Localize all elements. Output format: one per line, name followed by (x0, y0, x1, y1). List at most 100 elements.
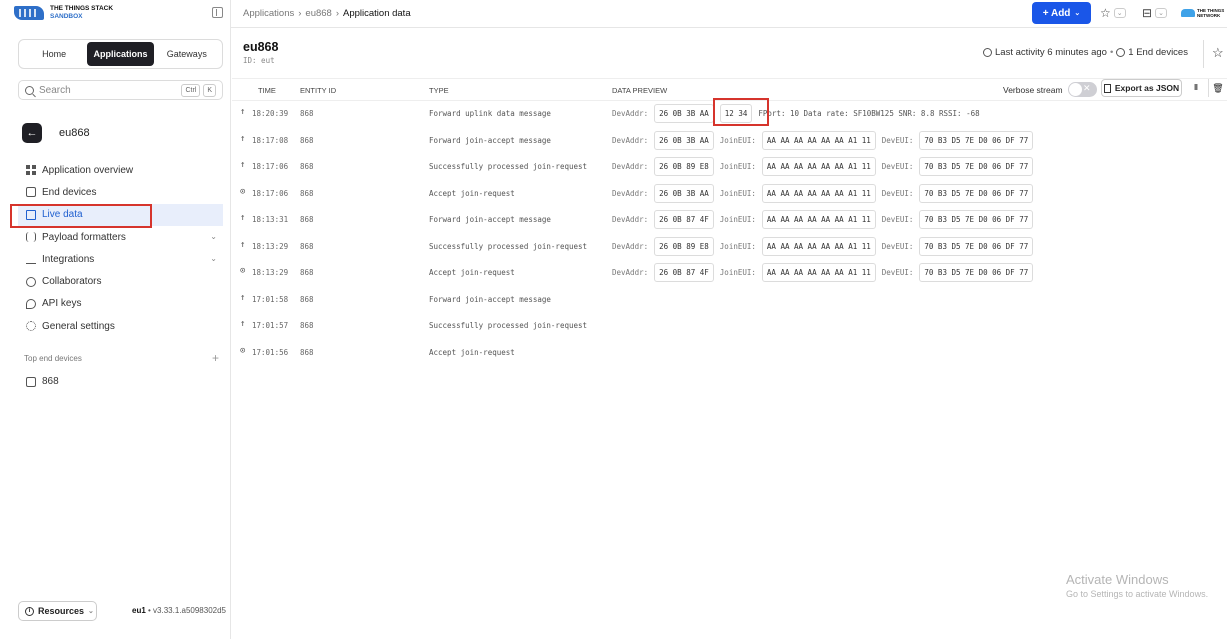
key-icon (26, 298, 36, 309)
preview-value: AA AA AA AA AA AA A1 11 (761, 210, 876, 229)
chevron-down-icon: ⌄ (210, 254, 217, 264)
preview-value: AA AA AA AA AA AA A1 11 (761, 236, 876, 256)
event-row[interactable]: ⊙ 18:13:29 868 Accept join-request DevAddr: 2… (232, 260, 1227, 287)
sidebar-item-application-overview[interactable]: Application overview (18, 159, 223, 181)
event-type: Forward uplink data message (429, 109, 551, 118)
breadcrumb-applications[interactable]: Applications (243, 8, 294, 19)
event-row[interactable]: ↑ 18:17:08 868 Forward join-accept message D… (232, 128, 1227, 155)
chevron-down-icon: ⌄ (1074, 10, 1081, 17)
bookmark-star-icon[interactable]: ☆ (1203, 40, 1227, 68)
star-icon: ☆ (1100, 6, 1111, 20)
event-row[interactable]: ⊙ 18:17:06 868 Accept join-request DevAddr: 2… (232, 181, 1227, 208)
export-label: Export as JSON (1114, 83, 1180, 93)
ttn-cloud-icon (1181, 8, 1195, 17)
event-entity-id[interactable]: 868 (300, 295, 314, 304)
add-device-plus-icon[interactable]: + (212, 351, 219, 365)
col-type: TYPE (429, 86, 449, 95)
sidebar-item-api-keys[interactable]: API keys (18, 293, 223, 315)
preview-value: 70 B3 D5 7E D0 06 DF 77 (919, 210, 1034, 229)
preview-value: AA AA AA AA AA AA A1 11 (761, 130, 876, 150)
event-row[interactable]: ↑ 18:17:06 868 Successfully processed join-… (232, 154, 1227, 181)
add-button[interactable]: + Add ⌄ (1032, 2, 1091, 24)
sidebar-item-end-devices[interactable]: End devices (18, 181, 223, 203)
sidebar-device-868[interactable]: 868 (26, 376, 59, 387)
event-entity-id[interactable]: 868 (300, 242, 314, 251)
preview-label: DevAddr: (612, 162, 649, 171)
preview-label: DevEUI: (881, 268, 914, 277)
event-data-preview: DevAddr: 26 0B 3B AA JoinEUI: AA AA AA AA A… (612, 183, 1034, 203)
event-direction-icon: ↑ (240, 160, 246, 170)
end-devices-count[interactable]: 1 End devices (1128, 47, 1188, 58)
notifications-button[interactable]: ⊟ ⌄ (1142, 4, 1167, 22)
col-time: TIME (258, 86, 276, 95)
event-row[interactable]: ↑ 18:13:31 868 Forward join-accept message D… (232, 207, 1227, 234)
app-name: eu868 (59, 127, 90, 139)
version-info: eu1 • v3.33.1.a5098302d5 (132, 606, 227, 615)
verbose-stream-control: Verbose stream ✕ (1003, 82, 1097, 97)
sidebar-collapse-icon[interactable] (212, 7, 223, 18)
back-button[interactable]: ← (22, 123, 42, 143)
export-json-button[interactable]: Export as JSON (1101, 79, 1182, 97)
search-input[interactable]: Search Ctrl K (18, 80, 223, 100)
preview-label: DevAddr: (612, 215, 649, 224)
bookmarks-button[interactable]: ☆ ⌄ (1100, 4, 1126, 22)
event-direction-icon: ⊙ (240, 186, 246, 197)
event-data-preview: DevAddr: 26 0B 3B AA JoinEUI: AA AA AA AA A… (612, 130, 1034, 150)
preview-label: JoinEUI: (719, 268, 756, 277)
event-direction-icon: ↑ (240, 319, 246, 329)
event-type: Successfully processed join-request (429, 241, 588, 251)
preview-label: DevEUI: (881, 135, 914, 145)
preview-value: 26 0B 89 E8 (654, 236, 714, 256)
users-icon (26, 276, 36, 287)
sidebar-item-integrations[interactable]: Integrations ⌄ (18, 248, 223, 270)
logo-line2: SANDBOX (50, 13, 83, 20)
chevron-down-icon: ⌄ (88, 608, 94, 615)
chevron-down-icon: ⌄ (1155, 8, 1167, 18)
tab-home[interactable]: Home (21, 42, 87, 66)
event-type: Successfully processed join-request (429, 162, 588, 171)
integrations-icon (26, 254, 36, 265)
event-entity-id[interactable]: 868 (300, 348, 314, 357)
event-row[interactable]: ↑ 18:13:29 868 Successfully processed join-… (232, 234, 1227, 261)
event-entity-id[interactable]: 868 (300, 109, 314, 118)
sidebar-item-collaborators[interactable]: Collaborators (18, 270, 223, 292)
event-entity-id[interactable]: 868 (300, 268, 314, 277)
event-entity-id[interactable]: 868 (300, 321, 314, 330)
preview-label: JoinEUI: (719, 241, 756, 251)
preview-label: JoinEUI: (719, 188, 756, 198)
watermark-title: Activate Windows (1066, 572, 1169, 587)
event-time: 17:01:58 (252, 294, 289, 304)
preview-value: AA AA AA AA AA AA A1 11 (761, 157, 876, 176)
watermark-sub: Go to Settings to activate Windows. (1066, 589, 1209, 599)
event-row[interactable]: ↑ 17:01:57 868 Successfully processed join-… (232, 313, 1227, 340)
event-row[interactable]: ⊙ 17:01:56 868 Accept join-request (232, 340, 1227, 367)
search-placeholder: Search (39, 84, 71, 96)
preview-value: 70 B3 D5 7E D0 06 DF 77 (919, 236, 1034, 256)
event-data-preview: DevAddr: 26 0B 87 4F JoinEUI: AA AA AA AA A… (612, 210, 1034, 229)
pause-icon[interactable]: ‖ (1186, 79, 1206, 97)
breadcrumb: Applications › eu868 › Application data (243, 8, 411, 19)
verbose-toggle[interactable]: ✕ (1067, 82, 1097, 97)
preview-label: DevAddr: (612, 135, 649, 145)
breadcrumb-eu868[interactable]: eu868 (305, 8, 331, 19)
tab-gateways[interactable]: Gateways (154, 42, 220, 66)
event-entity-id[interactable]: 868 (300, 136, 314, 145)
sidebar-item-general-settings[interactable]: General settings (18, 315, 223, 337)
things-stack-logo[interactable]: THE THINGS STACK SANDBOX (14, 3, 113, 23)
cluster-name: eu1 (132, 606, 146, 615)
preview-value: 26 0B 3B AA (654, 183, 714, 203)
ttn-logo[interactable]: THE THINGS NETWORK (1181, 7, 1227, 18)
preview-value: 70 B3 D5 7E D0 06 DF 77 (919, 263, 1034, 282)
trash-icon[interactable]: 🗑 (1208, 79, 1227, 97)
event-entity-id[interactable]: 868 (300, 162, 314, 171)
event-time: 17:01:56 (252, 347, 289, 357)
event-entity-id[interactable]: 868 (300, 215, 314, 224)
tab-applications[interactable]: Applications (87, 42, 154, 66)
sidebar-item-payload-formatters[interactable]: Payload formatters ⌄ (18, 226, 223, 248)
event-time: 18:13:31 (252, 215, 289, 224)
resources-button[interactable]: i Resources ⌄ (18, 601, 97, 621)
event-row[interactable]: ↑ 17:01:58 868 Forward join-accept message (232, 287, 1227, 314)
live-data-highlight-box (10, 204, 152, 228)
event-entity-id[interactable]: 868 (300, 189, 314, 198)
preview-value: 26 0B 3B AA (654, 130, 714, 150)
